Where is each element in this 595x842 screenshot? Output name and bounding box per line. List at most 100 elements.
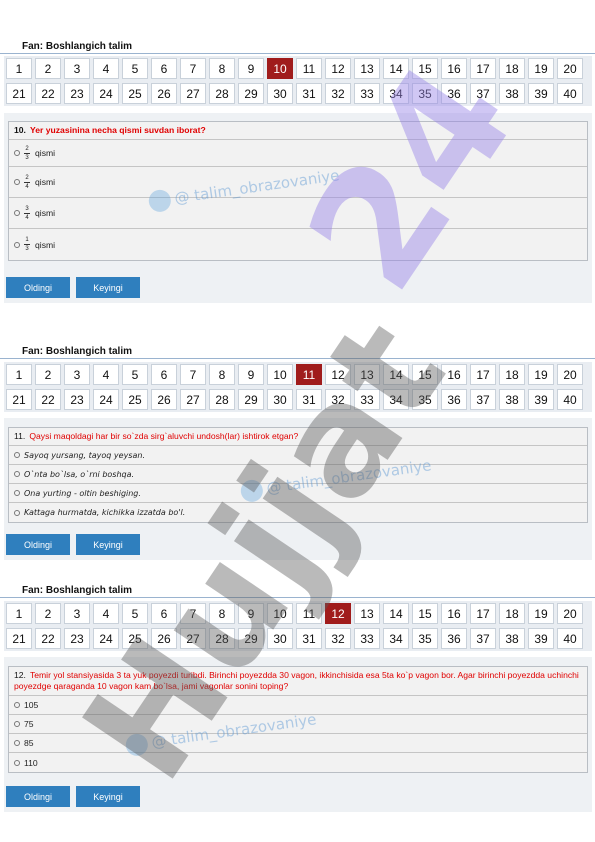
question-number-button[interactable]: 37: [470, 389, 496, 410]
question-number-button[interactable]: 18: [499, 603, 525, 624]
question-number-button[interactable]: 11: [296, 364, 322, 385]
question-number-button[interactable]: 16: [441, 58, 467, 79]
question-number-button[interactable]: 4: [93, 364, 119, 385]
question-number-button[interactable]: 11: [296, 603, 322, 624]
question-number-button[interactable]: 20: [557, 364, 583, 385]
question-number-button[interactable]: 34: [383, 389, 409, 410]
question-number-button[interactable]: 17: [470, 364, 496, 385]
question-number-button[interactable]: 19: [528, 603, 554, 624]
question-number-button[interactable]: 14: [383, 58, 409, 79]
question-number-button[interactable]: 3: [64, 58, 90, 79]
answer-option[interactable]: 23 qismi: [9, 140, 587, 167]
question-number-button[interactable]: 10: [267, 603, 293, 624]
question-number-button[interactable]: 22: [35, 628, 61, 649]
question-number-button[interactable]: 17: [470, 58, 496, 79]
question-number-button[interactable]: 22: [35, 389, 61, 410]
question-number-button[interactable]: 7: [180, 603, 206, 624]
question-number-button[interactable]: 25: [122, 628, 148, 649]
radio-icon[interactable]: [14, 452, 20, 458]
question-number-button[interactable]: 39: [528, 83, 554, 104]
question-number-button[interactable]: 22: [35, 83, 61, 104]
radio-icon[interactable]: [14, 721, 20, 727]
question-number-button[interactable]: 17: [470, 603, 496, 624]
answer-option[interactable]: 110: [9, 753, 587, 772]
question-number-button[interactable]: 29: [238, 83, 264, 104]
question-number-button[interactable]: 3: [64, 364, 90, 385]
radio-icon[interactable]: [14, 490, 20, 496]
question-number-button[interactable]: 33: [354, 628, 380, 649]
question-number-button[interactable]: 24: [93, 628, 119, 649]
question-number-button[interactable]: 38: [499, 83, 525, 104]
question-number-button[interactable]: 24: [93, 389, 119, 410]
question-number-button[interactable]: 13: [354, 603, 380, 624]
question-number-button[interactable]: 23: [64, 389, 90, 410]
question-number-button[interactable]: 19: [528, 364, 554, 385]
question-number-button[interactable]: 36: [441, 628, 467, 649]
question-number-button[interactable]: 37: [470, 83, 496, 104]
question-number-button[interactable]: 26: [151, 389, 177, 410]
question-number-button[interactable]: 14: [383, 364, 409, 385]
question-number-button[interactable]: 4: [93, 58, 119, 79]
question-number-button[interactable]: 38: [499, 628, 525, 649]
question-number-button[interactable]: 26: [151, 628, 177, 649]
question-number-button[interactable]: 35: [412, 389, 438, 410]
radio-icon[interactable]: [14, 150, 20, 156]
question-number-button[interactable]: 15: [412, 364, 438, 385]
question-number-button[interactable]: 18: [499, 364, 525, 385]
question-number-button[interactable]: 2: [35, 364, 61, 385]
question-number-button[interactable]: 1: [6, 603, 32, 624]
question-number-button[interactable]: 34: [383, 628, 409, 649]
radio-icon[interactable]: [14, 740, 20, 746]
question-number-button[interactable]: 6: [151, 603, 177, 624]
question-number-button[interactable]: 7: [180, 58, 206, 79]
question-number-button[interactable]: 16: [441, 364, 467, 385]
question-number-button[interactable]: 15: [412, 58, 438, 79]
question-number-button[interactable]: 21: [6, 628, 32, 649]
question-number-button[interactable]: 28: [209, 83, 235, 104]
next-button[interactable]: Keyingi: [76, 534, 140, 555]
question-number-button[interactable]: 25: [122, 389, 148, 410]
question-number-button[interactable]: 13: [354, 364, 380, 385]
radio-icon[interactable]: [14, 471, 20, 477]
answer-option[interactable]: Sayoq yursang, tayoq yeysan.: [9, 446, 587, 465]
question-number-button[interactable]: 35: [412, 83, 438, 104]
question-number-button[interactable]: 23: [64, 628, 90, 649]
question-number-button[interactable]: 7: [180, 364, 206, 385]
question-number-button[interactable]: 32: [325, 83, 351, 104]
next-button[interactable]: Keyingi: [76, 786, 140, 807]
question-number-button[interactable]: 28: [209, 389, 235, 410]
question-number-button[interactable]: 21: [6, 83, 32, 104]
question-number-button[interactable]: 4: [93, 603, 119, 624]
question-number-button[interactable]: 31: [296, 628, 322, 649]
prev-button[interactable]: Oldingi: [6, 277, 70, 298]
question-number-button[interactable]: 34: [383, 83, 409, 104]
answer-option[interactable]: 13 qismi: [9, 229, 587, 260]
question-number-button[interactable]: 32: [325, 389, 351, 410]
question-number-button[interactable]: 19: [528, 58, 554, 79]
question-number-button[interactable]: 16: [441, 603, 467, 624]
question-number-button[interactable]: 40: [557, 389, 583, 410]
radio-icon[interactable]: [14, 179, 20, 185]
question-number-button[interactable]: 9: [238, 364, 264, 385]
question-number-button[interactable]: 2: [35, 58, 61, 79]
prev-button[interactable]: Oldingi: [6, 786, 70, 807]
question-number-button[interactable]: 3: [64, 603, 90, 624]
question-number-button[interactable]: 9: [238, 58, 264, 79]
question-number-button[interactable]: 14: [383, 603, 409, 624]
answer-option[interactable]: 34 qismi: [9, 198, 587, 229]
question-number-button[interactable]: 28: [209, 628, 235, 649]
question-number-button[interactable]: 23: [64, 83, 90, 104]
radio-icon[interactable]: [14, 509, 20, 516]
question-number-button[interactable]: 5: [122, 603, 148, 624]
question-number-button[interactable]: 24: [93, 83, 119, 104]
question-number-button[interactable]: 39: [528, 628, 554, 649]
question-number-button[interactable]: 1: [6, 364, 32, 385]
question-number-button[interactable]: 20: [557, 58, 583, 79]
question-number-button[interactable]: 35: [412, 628, 438, 649]
question-number-button[interactable]: 5: [122, 58, 148, 79]
question-number-button[interactable]: 20: [557, 603, 583, 624]
question-number-button[interactable]: 21: [6, 389, 32, 410]
question-number-button[interactable]: 8: [209, 364, 235, 385]
answer-option[interactable]: 85: [9, 734, 587, 753]
question-number-button[interactable]: 36: [441, 389, 467, 410]
